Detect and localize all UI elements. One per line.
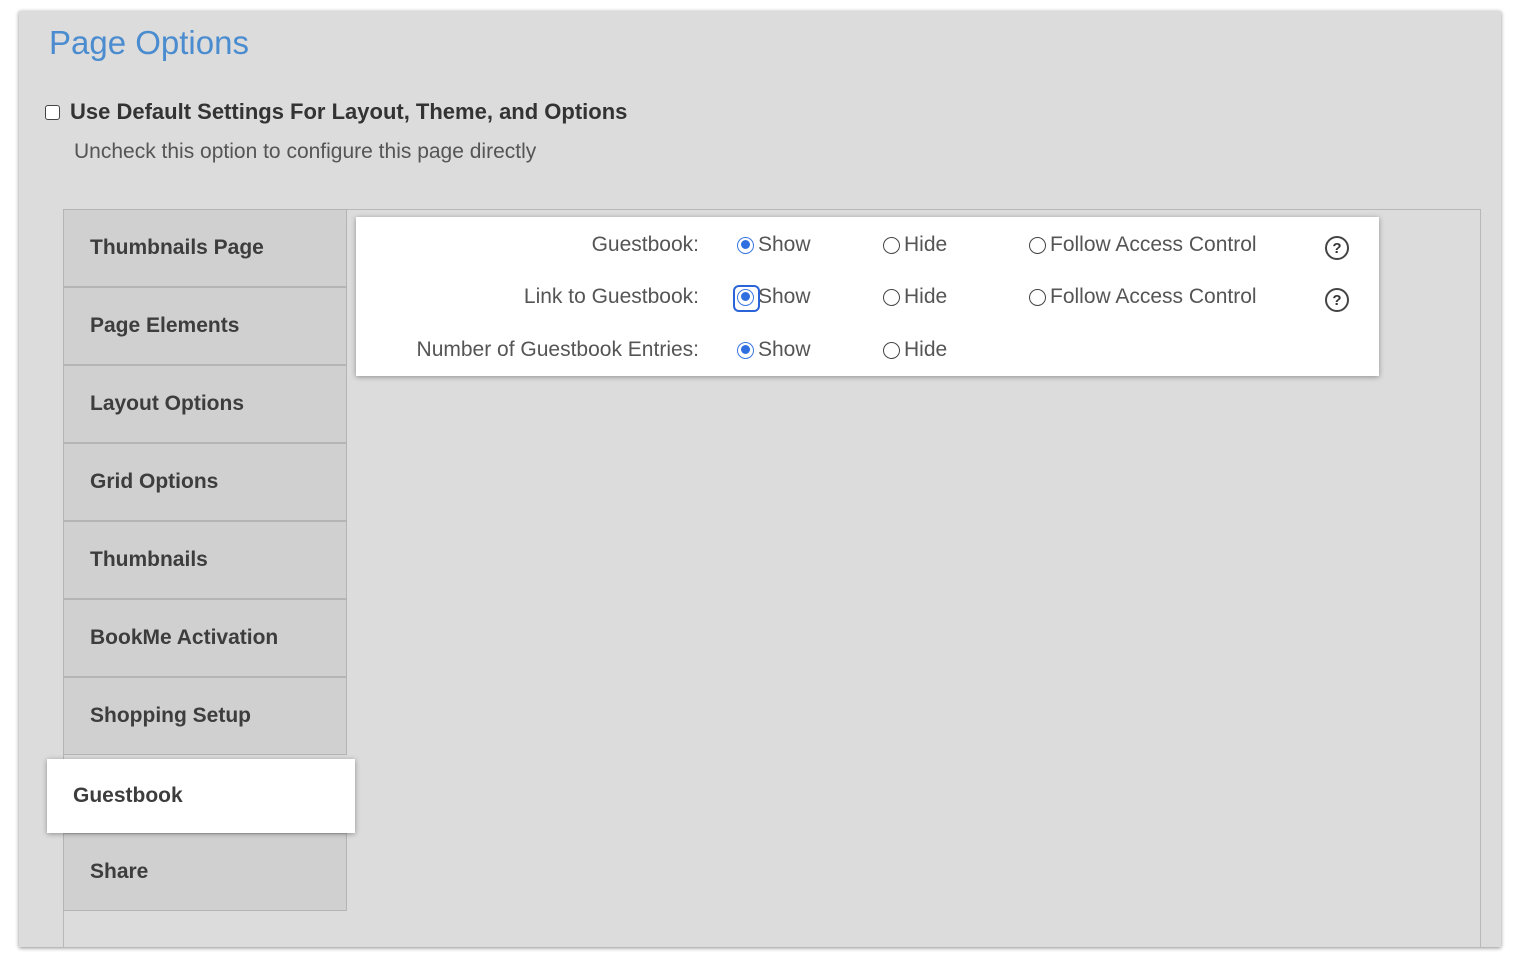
tab-shopping-setup[interactable]: Shopping Setup	[63, 677, 347, 755]
link-to-guestbook-setting-row: Link to Guestbook: Show Hide Follow Acce…	[356, 275, 1379, 315]
guestbook-settings-card: Guestbook: Show Hide Follow Access Contr…	[356, 217, 1379, 376]
default-settings-label[interactable]: Use Default Settings For Layout, Theme, …	[70, 99, 627, 125]
radio-button[interactable]	[733, 284, 760, 312]
page-title: Page Options	[49, 24, 249, 61]
setting-label: Guestbook:	[591, 233, 699, 256]
option-label[interactable]: Show	[758, 338, 811, 362]
option-label[interactable]: Follow Access Control	[1050, 285, 1257, 309]
default-settings-hint: Uncheck this option to configure this pa…	[74, 140, 537, 163]
entries-hide-option[interactable]: Hide	[883, 338, 947, 362]
question-circle-icon[interactable]: ?	[1325, 288, 1349, 312]
guestbook-setting-row: Guestbook: Show Hide Follow Access Contr…	[356, 223, 1379, 263]
number-of-entries-setting-row: Number of Guestbook Entries: Show Hide	[356, 328, 1379, 368]
tab-thumbnails-page[interactable]: Thumbnails Page	[63, 209, 347, 287]
option-label[interactable]: Hide	[904, 285, 947, 309]
guestbook-show-option[interactable]: Show	[737, 233, 811, 257]
radio-button[interactable]	[737, 341, 754, 359]
setting-label: Link to Guestbook:	[523, 285, 699, 308]
option-label[interactable]: Hide	[904, 233, 947, 257]
default-settings-row[interactable]: Use Default Settings For Layout, Theme, …	[45, 99, 627, 125]
guestbook-follow-access-option[interactable]: Follow Access Control	[1029, 233, 1257, 257]
tab-page-elements[interactable]: Page Elements	[63, 287, 347, 365]
entries-show-option[interactable]: Show	[737, 338, 811, 362]
radio-button[interactable]	[737, 236, 754, 254]
option-label[interactable]: Show	[758, 285, 811, 309]
page-options-panel: Page Options Use Default Settings For La…	[19, 11, 1501, 947]
setting-label: Number of Guestbook Entries:	[416, 338, 699, 361]
tab-bookme-activation[interactable]: BookMe Activation	[63, 599, 347, 677]
focus-ring	[733, 284, 760, 312]
tab-guestbook[interactable]: Guestbook	[47, 759, 355, 833]
default-settings-checkbox[interactable]	[45, 104, 60, 120]
option-label[interactable]: Hide	[904, 338, 947, 362]
question-circle-icon[interactable]: ?	[1325, 236, 1349, 260]
radio-button[interactable]	[1029, 236, 1046, 254]
link-guestbook-hide-option[interactable]: Hide	[883, 285, 947, 309]
option-label[interactable]: Follow Access Control	[1050, 233, 1257, 257]
tab-thumbnails[interactable]: Thumbnails	[63, 521, 347, 599]
radio-button[interactable]	[883, 341, 900, 359]
option-label[interactable]: Show	[758, 233, 811, 257]
radio-button[interactable]	[1029, 288, 1046, 306]
link-guestbook-show-option[interactable]: Show	[733, 284, 811, 312]
tab-grid-options[interactable]: Grid Options	[63, 443, 347, 521]
link-guestbook-follow-access-option[interactable]: Follow Access Control	[1029, 285, 1257, 309]
radio-button[interactable]	[883, 288, 900, 306]
radio-button[interactable]	[883, 236, 900, 254]
tab-layout-options[interactable]: Layout Options	[63, 365, 347, 443]
guestbook-hide-option[interactable]: Hide	[883, 233, 947, 257]
tab-share[interactable]: Share	[63, 833, 347, 911]
